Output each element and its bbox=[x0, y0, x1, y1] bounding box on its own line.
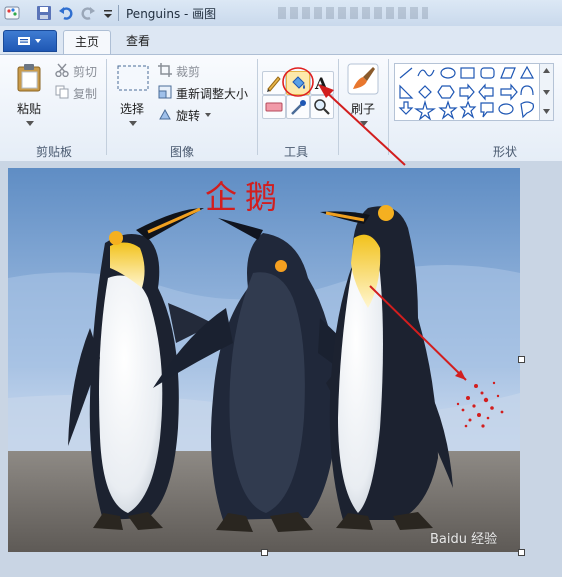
resize-icon[interactable] bbox=[158, 85, 172, 99]
title-bar: Penguins - 画图 bbox=[0, 0, 562, 27]
tab-view[interactable]: 查看 bbox=[118, 30, 158, 54]
copy-icon[interactable] bbox=[55, 85, 69, 99]
shapes-group-label: 形状 bbox=[493, 145, 518, 159]
image-group-label: 图像 bbox=[170, 145, 195, 159]
save-icon[interactable] bbox=[36, 5, 52, 21]
scroll-arrows-icon bbox=[543, 68, 550, 114]
blurred-title-text bbox=[278, 7, 428, 19]
arrow-annotation bbox=[318, 84, 406, 166]
select-dropdown-icon[interactable] bbox=[129, 121, 137, 126]
redo-icon[interactable] bbox=[80, 5, 96, 21]
crop-button[interactable]: 裁剪 bbox=[176, 63, 200, 80]
paint-app-icon[interactable] bbox=[4, 5, 20, 21]
menu-icon bbox=[18, 37, 41, 45]
resize-handle-corner[interactable] bbox=[518, 549, 525, 556]
customize-toolbar-icon[interactable] bbox=[100, 5, 116, 21]
quick-access-separator bbox=[118, 5, 119, 21]
paste-dropdown-icon[interactable] bbox=[26, 121, 34, 126]
paint-menu-button[interactable] bbox=[3, 30, 57, 52]
cut-icon[interactable] bbox=[55, 63, 69, 77]
shapes-scrollbar[interactable] bbox=[539, 63, 554, 121]
resize-handle-bottom[interactable] bbox=[261, 549, 268, 556]
resize-handle-right[interactable] bbox=[518, 356, 525, 363]
select-button[interactable]: 选择 bbox=[120, 100, 144, 117]
cut-button[interactable]: 剪切 bbox=[73, 63, 97, 80]
eraser-icon bbox=[265, 102, 283, 112]
paste-button[interactable]: 粘贴 bbox=[17, 100, 41, 117]
select-icon[interactable] bbox=[117, 65, 149, 91]
group-separator bbox=[257, 59, 258, 155]
resize-button[interactable]: 重新调整大小 bbox=[176, 85, 248, 102]
window-title: Penguins - 画图 bbox=[126, 7, 217, 21]
penguins-image[interactable] bbox=[8, 168, 520, 552]
group-separator bbox=[106, 59, 107, 155]
paste-icon[interactable] bbox=[16, 63, 44, 93]
undo-icon[interactable] bbox=[58, 5, 74, 21]
watermark: Baidu 经验 bbox=[430, 532, 498, 547]
rotate-icon[interactable] bbox=[158, 107, 172, 121]
crop-icon[interactable] bbox=[158, 63, 172, 77]
rotate-dropdown-icon[interactable] bbox=[205, 113, 211, 117]
annotation-title: 企鹅 bbox=[205, 178, 286, 216]
tab-home[interactable]: 主页 bbox=[63, 30, 111, 55]
copy-button[interactable]: 复制 bbox=[73, 85, 97, 102]
penguins-photo bbox=[8, 168, 520, 552]
clipboard-group-label: 剪贴板 bbox=[36, 145, 73, 159]
ribbon: 粘贴 剪切 复制 剪贴板 选择 裁剪 重新调整大小 旋转 图像 A 工具 刷子 … bbox=[0, 54, 562, 162]
eraser-tool[interactable] bbox=[262, 95, 286, 119]
rotate-button[interactable]: 旋转 bbox=[176, 107, 200, 124]
ribbon-tab-row: 主页 查看 bbox=[0, 26, 562, 55]
